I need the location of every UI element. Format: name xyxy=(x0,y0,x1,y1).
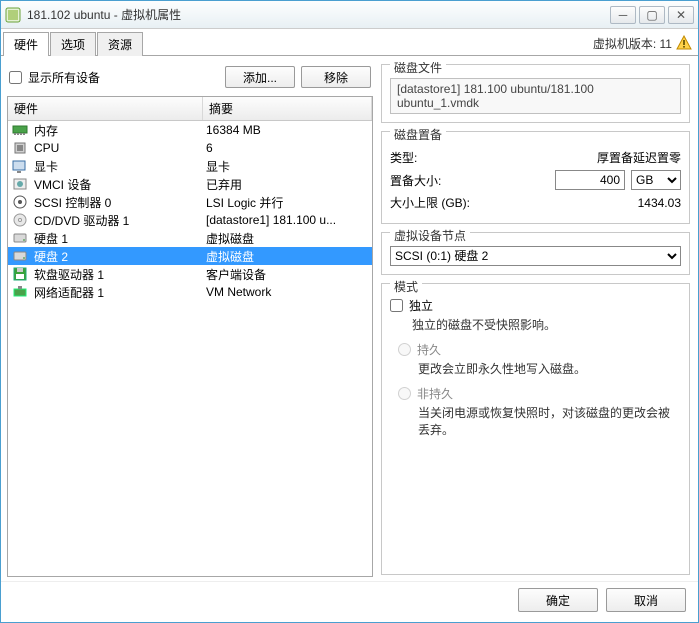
tab-resources[interactable]: 资源 xyxy=(97,32,143,56)
minimize-button[interactable]: ─ xyxy=(610,6,636,24)
nonpersistent-radio-row[interactable]: 非持久 xyxy=(398,385,681,402)
nic-icon xyxy=(12,284,28,300)
hardware-summary: LSI Logic 并行 xyxy=(206,194,368,211)
type-value: 厚置备延迟置零 xyxy=(597,149,681,166)
hardware-summary: [datastore1] 181.100 u... xyxy=(206,213,368,227)
add-button[interactable]: 添加... xyxy=(225,66,295,88)
hardware-summary: 虚拟磁盘 xyxy=(206,230,368,247)
hardware-row[interactable]: 硬盘 1虚拟磁盘 xyxy=(8,229,372,247)
disk-provision-title: 磁盘置备 xyxy=(390,126,446,143)
hardware-row[interactable]: 软盘驱动器 1客户端设备 xyxy=(8,265,372,283)
max-size-value: 1434.03 xyxy=(638,196,681,210)
video-icon xyxy=(12,158,28,174)
hardware-summary: 显卡 xyxy=(206,158,368,175)
hardware-row[interactable]: 显卡显卡 xyxy=(8,157,372,175)
hardware-name: 网络适配器 1 xyxy=(34,284,206,301)
independent-checkbox-row[interactable]: 独立 xyxy=(390,297,681,314)
close-button[interactable]: ✕ xyxy=(668,6,694,24)
hardware-summary: 16384 MB xyxy=(206,123,368,137)
ok-button[interactable]: 确定 xyxy=(518,588,598,612)
titlebar: 181.102 ubuntu - 虚拟机属性 ─ ▢ ✕ xyxy=(1,1,698,29)
cd-icon xyxy=(12,212,28,228)
hardware-name: VMCI 设备 xyxy=(34,176,206,193)
hardware-list-header: 硬件 摘要 xyxy=(8,97,372,121)
independent-label: 独立 xyxy=(409,297,433,314)
disk-file-value: [datastore1] 181.100 ubuntu/181.100 ubun… xyxy=(390,78,681,114)
tab-hardware[interactable]: 硬件 xyxy=(3,32,49,56)
virtual-device-node-title: 虚拟设备节点 xyxy=(390,227,470,244)
hardware-toolbar: 显示所有设备 添加... 移除 xyxy=(7,62,373,96)
vm-version-label: 虚拟机版本: 11 xyxy=(593,35,672,52)
persistent-desc: 更改会立即永久性地写入磁盘。 xyxy=(418,360,681,377)
tabs: 硬件 选项 资源 虚拟机版本: 11 xyxy=(1,29,698,56)
scsi-icon xyxy=(12,194,28,210)
hardware-summary: 6 xyxy=(206,141,368,155)
window-title: 181.102 ubuntu - 虚拟机属性 xyxy=(27,6,607,23)
hardware-list-body: 内存16384 MBCPU6显卡显卡VMCI 设备已弃用SCSI 控制器 0LS… xyxy=(8,121,372,577)
provisioned-size-label: 置备大小: xyxy=(390,172,470,189)
independent-desc: 独立的磁盘不受快照影响。 xyxy=(412,316,681,333)
nonpersistent-label: 非持久 xyxy=(417,385,453,402)
hardware-row[interactable]: CPU6 xyxy=(8,139,372,157)
warning-icon xyxy=(676,35,692,51)
provisioned-size-input[interactable] xyxy=(555,170,625,190)
hardware-name: 硬盘 2 xyxy=(34,248,206,265)
hardware-name: CPU xyxy=(34,141,206,155)
vm-properties-window: 181.102 ubuntu - 虚拟机属性 ─ ▢ ✕ 硬件 选项 资源 虚拟… xyxy=(0,0,699,623)
disk-icon xyxy=(12,230,28,246)
detail-panel: 磁盘文件 [datastore1] 181.100 ubuntu/181.100… xyxy=(379,62,692,577)
size-unit-select[interactable]: GB xyxy=(631,170,681,190)
hardware-name: 内存 xyxy=(34,122,206,139)
hardware-name: 硬盘 1 xyxy=(34,230,206,247)
type-label: 类型: xyxy=(390,149,470,166)
hardware-name: SCSI 控制器 0 xyxy=(34,194,206,211)
remove-button[interactable]: 移除 xyxy=(301,66,371,88)
hardware-name: 软盘驱动器 1 xyxy=(34,266,206,283)
disk-provision-group: 磁盘置备 类型: 厚置备延迟置零 置备大小: GB xyxy=(381,131,690,224)
hardware-summary: 客户端设备 xyxy=(206,266,368,283)
hardware-summary: 已弃用 xyxy=(206,176,368,193)
hardware-row[interactable]: 内存16384 MB xyxy=(8,121,372,139)
mode-title: 模式 xyxy=(390,278,422,295)
max-size-label: 大小上限 (GB): xyxy=(390,194,510,211)
nonpersistent-desc: 当关闭电源或恢复快照时，对该磁盘的更改会被丢弃。 xyxy=(418,404,681,438)
disk-icon xyxy=(12,248,28,264)
hardware-row[interactable]: 网络适配器 1VM Network xyxy=(8,283,372,301)
hardware-row[interactable]: VMCI 设备已弃用 xyxy=(8,175,372,193)
virtual-device-node-group: 虚拟设备节点 SCSI (0:1) 硬盘 2 xyxy=(381,232,690,275)
mode-group: 模式 独立 独立的磁盘不受快照影响。 持久 更改会立即永久性地写入磁盘。 非持 xyxy=(381,283,690,575)
hardware-panel: 显示所有设备 添加... 移除 硬件 摘要 内存16384 MBCPU6显卡显卡… xyxy=(7,62,373,577)
dialog-footer: 确定 取消 xyxy=(1,581,698,622)
floppy-icon xyxy=(12,266,28,282)
cpu-icon xyxy=(12,140,28,156)
hardware-name: 显卡 xyxy=(34,158,206,175)
hardware-row[interactable]: CD/DVD 驱动器 1[datastore1] 181.100 u... xyxy=(8,211,372,229)
col-summary: 摘要 xyxy=(203,97,372,120)
persistent-radio[interactable] xyxy=(398,343,411,356)
disk-file-title: 磁盘文件 xyxy=(390,62,446,76)
show-all-checkbox-input[interactable] xyxy=(9,71,22,84)
tab-options[interactable]: 选项 xyxy=(50,32,96,56)
virtual-device-node-select[interactable]: SCSI (0:1) 硬盘 2 xyxy=(390,246,681,266)
persistent-radio-row[interactable]: 持久 xyxy=(398,341,681,358)
hardware-list: 硬件 摘要 内存16384 MBCPU6显卡显卡VMCI 设备已弃用SCSI 控… xyxy=(7,96,373,577)
independent-checkbox[interactable] xyxy=(390,299,403,312)
maximize-button[interactable]: ▢ xyxy=(639,6,665,24)
vmci-icon xyxy=(12,176,28,192)
show-all-label: 显示所有设备 xyxy=(28,69,100,86)
hardware-name: CD/DVD 驱动器 1 xyxy=(34,212,206,229)
col-hardware: 硬件 xyxy=(8,97,203,120)
hardware-summary: 虚拟磁盘 xyxy=(206,248,368,265)
nonpersistent-radio[interactable] xyxy=(398,387,411,400)
hardware-row[interactable]: SCSI 控制器 0LSI Logic 并行 xyxy=(8,193,372,211)
hardware-summary: VM Network xyxy=(206,285,368,299)
hardware-row[interactable]: 硬盘 2虚拟磁盘 xyxy=(8,247,372,265)
cancel-button[interactable]: 取消 xyxy=(606,588,686,612)
app-icon xyxy=(5,7,21,23)
show-all-devices-checkbox[interactable]: 显示所有设备 xyxy=(9,69,219,86)
memory-icon xyxy=(12,122,28,138)
disk-file-group: 磁盘文件 [datastore1] 181.100 ubuntu/181.100… xyxy=(381,64,690,123)
persistent-label: 持久 xyxy=(417,341,441,358)
